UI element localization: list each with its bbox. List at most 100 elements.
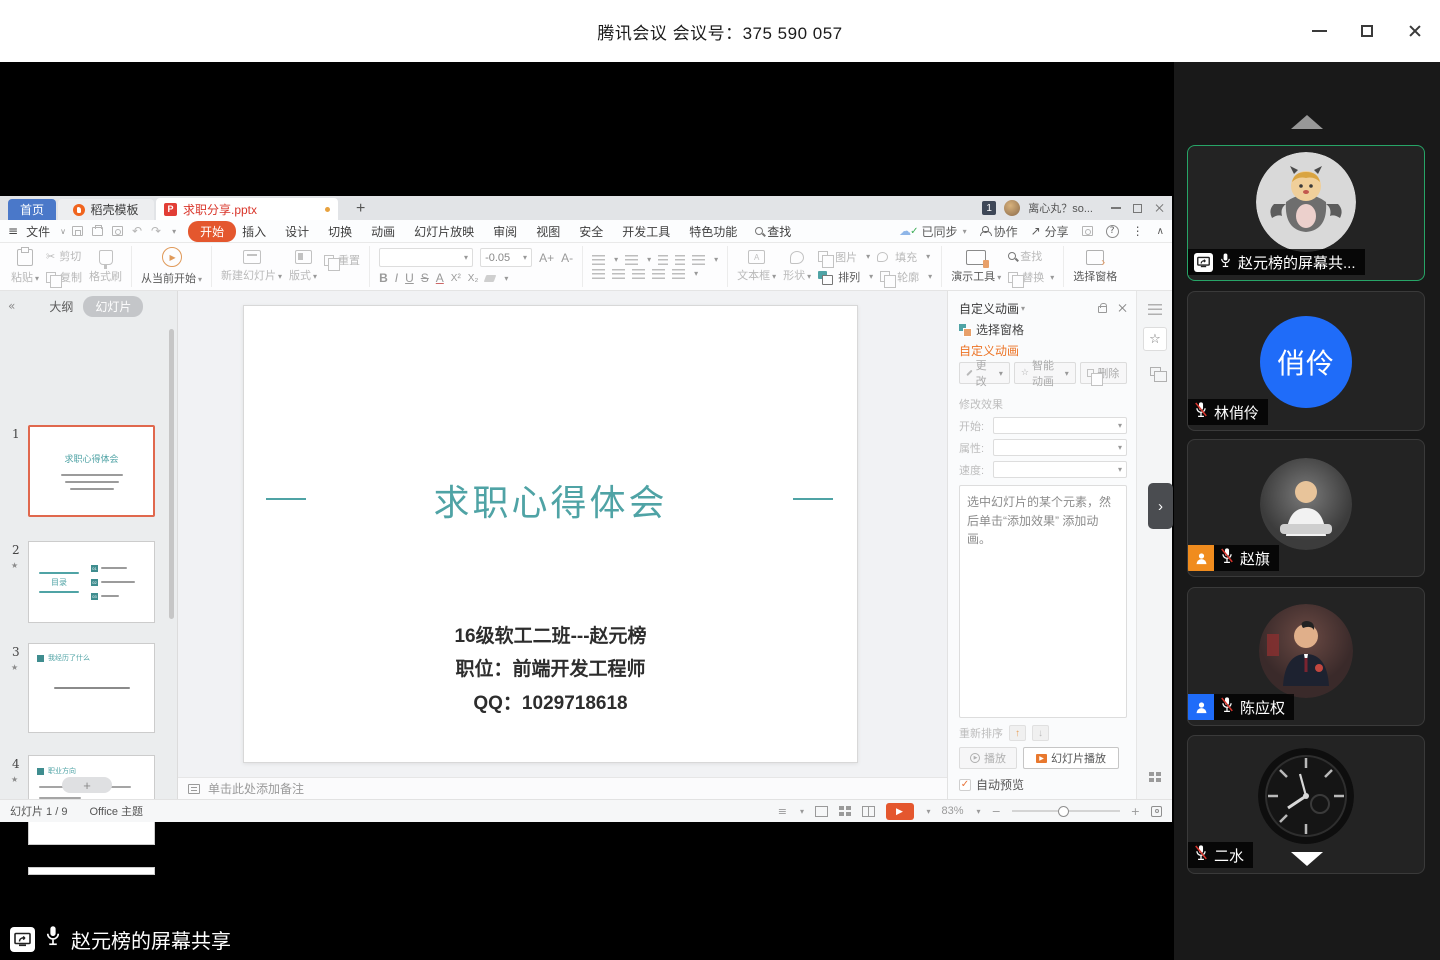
menu-tab-slideshow[interactable]: 幻灯片放映 bbox=[414, 223, 474, 240]
font-size-combo[interactable]: -0.05▾ bbox=[480, 248, 532, 267]
arrange-icon[interactable] bbox=[818, 271, 831, 283]
slide-text-line[interactable]: QQ：1029718618 bbox=[244, 688, 857, 715]
pane-icon[interactable] bbox=[1082, 226, 1093, 236]
menu-tab-start[interactable]: 开始 bbox=[188, 221, 236, 242]
tab-home[interactable]: 首页 bbox=[8, 199, 56, 220]
zoom-slider[interactable] bbox=[1012, 810, 1120, 812]
slide-thumbnail-1[interactable]: 求职心得体会 bbox=[28, 425, 155, 517]
justify-icon[interactable] bbox=[652, 269, 665, 279]
new-tab-button[interactable]: + bbox=[356, 201, 365, 217]
fit-screen-icon[interactable] bbox=[1151, 806, 1162, 817]
paste-button[interactable]: 粘贴▾ bbox=[11, 249, 39, 285]
slide-thumbnail-5-partial[interactable] bbox=[28, 867, 155, 875]
selection-pane-strip-icon[interactable] bbox=[1143, 359, 1167, 383]
decrease-indent-icon[interactable] bbox=[658, 255, 668, 265]
grow-font-button[interactable]: A+ bbox=[539, 251, 554, 265]
wps-maximize-icon[interactable] bbox=[1133, 204, 1142, 213]
print-preview-icon[interactable] bbox=[112, 226, 123, 236]
strikethrough-button[interactable]: S bbox=[421, 271, 429, 285]
play-from-current-button[interactable]: ▶ 从当前开始▾ bbox=[141, 247, 202, 286]
slide-sorter-icon[interactable] bbox=[839, 806, 851, 816]
text-direction-icon[interactable] bbox=[692, 255, 705, 265]
present-tools-button[interactable]: 演示工具▾ bbox=[951, 250, 1001, 284]
cut-button[interactable]: ✂剪切 bbox=[46, 248, 82, 264]
shapes-button[interactable]: 形状▾ bbox=[783, 251, 811, 283]
reading-view-icon[interactable] bbox=[862, 806, 875, 817]
tab-document-active[interactable]: P 求职分享.pptx bbox=[156, 198, 338, 220]
slide-text-line[interactable]: 职位：前端开发工程师 bbox=[244, 654, 857, 681]
slideshow-play-button[interactable]: ▶ 幻灯片播放 bbox=[1023, 747, 1119, 769]
reset-button[interactable]: 重置 bbox=[324, 252, 360, 268]
subscript-button[interactable]: X₂ bbox=[468, 273, 479, 284]
picture-icon[interactable] bbox=[818, 251, 828, 262]
minimize-button[interactable] bbox=[1310, 22, 1328, 40]
file-menu[interactable]: ≡ 文件 ∨ bbox=[8, 223, 66, 240]
share-button[interactable]: ↗ 分享 bbox=[1031, 223, 1069, 240]
zoom-slider-knob[interactable] bbox=[1058, 806, 1069, 817]
scroll-up-arrow-icon[interactable] bbox=[1291, 115, 1323, 129]
slide-title[interactable]: 求职心得体会 bbox=[244, 474, 857, 526]
maximize-button[interactable] bbox=[1358, 22, 1376, 40]
clear-format-icon[interactable] bbox=[484, 275, 497, 282]
outline-shape-icon[interactable] bbox=[880, 271, 890, 282]
wps-close-icon[interactable] bbox=[1154, 203, 1164, 213]
layout-button[interactable]: 版式▾ bbox=[289, 250, 317, 283]
italic-button[interactable]: I bbox=[395, 271, 398, 285]
zoom-level[interactable]: 83% bbox=[942, 805, 964, 817]
tab-docer[interactable]: 稻壳模板 bbox=[58, 199, 154, 220]
slide-text-line[interactable]: 16级软工二班---赵元榜 bbox=[244, 621, 857, 648]
normal-view-icon[interactable] bbox=[815, 806, 828, 817]
font-color-button[interactable]: A bbox=[436, 271, 444, 285]
selection-pane-link[interactable]: 选择窗格 bbox=[959, 318, 1127, 340]
menu-tab-features[interactable]: 特色功能 bbox=[689, 223, 737, 240]
move-down-button[interactable]: ↓ bbox=[1032, 725, 1049, 741]
align-left-icon[interactable] bbox=[592, 269, 605, 279]
selection-pane-button[interactable]: 选择窗格 bbox=[1073, 250, 1117, 284]
superscript-button[interactable]: X² bbox=[451, 273, 461, 284]
collapse-ribbon-icon[interactable]: ∧ bbox=[1157, 226, 1164, 237]
animation-pane-icon[interactable]: ☆ bbox=[1143, 327, 1167, 351]
start-dropdown[interactable]: ▾ bbox=[993, 417, 1127, 434]
bold-button[interactable]: B bbox=[379, 271, 388, 285]
chevron-down-icon[interactable]: ▾ bbox=[1021, 304, 1025, 313]
participant-tile[interactable]: 陈应权 bbox=[1187, 587, 1425, 726]
slide-thumbnail-3[interactable]: 我经历了什么 bbox=[28, 643, 155, 733]
speed-dropdown[interactable]: ▾ bbox=[993, 461, 1127, 478]
delete-animation-button[interactable]: 删除 bbox=[1080, 362, 1127, 384]
move-up-button[interactable]: ↑ bbox=[1009, 725, 1026, 741]
arrange-button[interactable]: 排列 bbox=[838, 269, 860, 285]
property-dropdown[interactable]: ▾ bbox=[993, 439, 1127, 456]
menu-tab-security[interactable]: 安全 bbox=[579, 223, 603, 240]
collaborate-button[interactable]: 协作 bbox=[980, 223, 1018, 240]
zoom-out-icon[interactable]: − bbox=[992, 805, 1001, 818]
underline-button[interactable]: U bbox=[405, 271, 414, 285]
notes-bar[interactable]: 单击此处添加备注 bbox=[178, 777, 947, 799]
menu-tab-review[interactable]: 审阅 bbox=[493, 223, 517, 240]
help-icon[interactable]: ? bbox=[1106, 225, 1119, 238]
chevron-down-icon[interactable]: ▾ bbox=[504, 274, 508, 283]
redo-icon[interactable]: ↷ bbox=[151, 224, 161, 238]
thumbnail-scrollbar[interactable] bbox=[169, 329, 174, 619]
print-icon[interactable] bbox=[92, 227, 103, 236]
account-avatar[interactable] bbox=[1004, 200, 1020, 216]
grid-view-icon[interactable] bbox=[1143, 765, 1167, 789]
notes-toggle-icon[interactable]: ≡ bbox=[778, 805, 787, 818]
fill-icon[interactable] bbox=[877, 252, 888, 262]
format-painter-button[interactable]: 格式刷 bbox=[89, 250, 122, 284]
properties-pane-icon[interactable] bbox=[1143, 297, 1167, 321]
new-slide-button[interactable]: 新建幻灯片▾ bbox=[221, 250, 282, 283]
align-right-icon[interactable] bbox=[632, 269, 645, 279]
zoom-in-icon[interactable]: + bbox=[1131, 805, 1140, 818]
play-button[interactable]: ▶ 播放 bbox=[959, 747, 1017, 769]
fill-button[interactable]: 填充 bbox=[895, 249, 917, 265]
undo-icon[interactable]: ↶ bbox=[132, 224, 142, 238]
notification-badge[interactable]: 1 bbox=[982, 201, 996, 215]
replace-button[interactable]: 替换▾ bbox=[1008, 269, 1054, 285]
find-menu[interactable]: 查找 bbox=[755, 223, 791, 240]
increase-indent-icon[interactable] bbox=[675, 255, 685, 265]
participant-tile[interactable]: 赵元榜的屏幕共... bbox=[1187, 145, 1425, 281]
slideshow-button[interactable]: ▶ bbox=[886, 803, 914, 820]
menu-tab-transition[interactable]: 切换 bbox=[328, 223, 352, 240]
find-button[interactable]: 查找 bbox=[1008, 248, 1054, 264]
close-panel-icon[interactable] bbox=[1117, 303, 1127, 313]
